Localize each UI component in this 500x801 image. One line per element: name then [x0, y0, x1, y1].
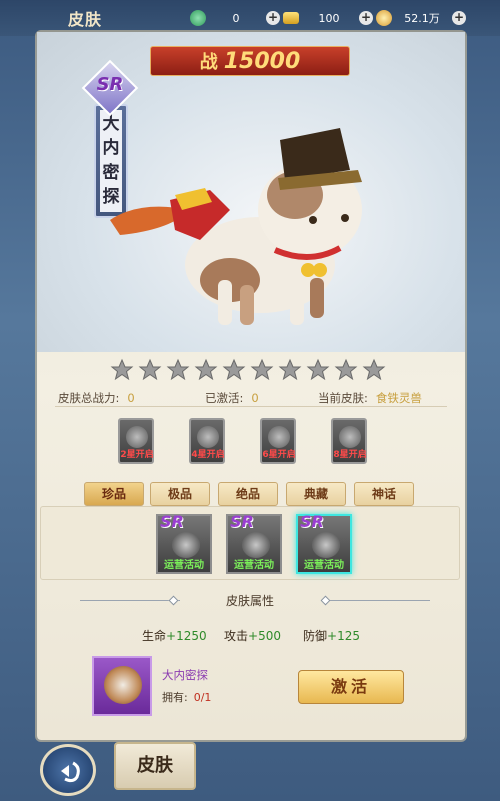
tab-rare[interactable]: 珍品 [84, 482, 144, 506]
total-power-info: 皮肤总战力: 0 [58, 390, 135, 406]
rarity-label: SR [230, 512, 254, 531]
owned-label: 拥有: [162, 691, 188, 704]
back-button[interactable] [40, 744, 96, 796]
add-gold-button[interactable]: + [359, 11, 373, 25]
add-coin-button[interactable]: + [452, 11, 466, 25]
attr-value: +500 [248, 629, 281, 643]
gold-value: 100 [318, 11, 340, 25]
coin-icon [376, 10, 392, 26]
page-title: 皮肤 [68, 10, 103, 29]
current-skin-label: 当前皮肤: [318, 391, 368, 405]
cat-pet-model [110, 128, 362, 325]
skin-thumbnail [312, 532, 340, 558]
power-value: 15000 [223, 48, 301, 74]
star-slot-4[interactable]: 4星开启 [189, 418, 225, 464]
tab-mythic[interactable]: 神话 [354, 482, 414, 506]
star-slot-label: 8星开启 [333, 450, 367, 460]
attr-divider-right [330, 600, 430, 601]
current-skin-info: 当前皮肤: 食铁灵兽 [318, 390, 422, 406]
star-icon [278, 358, 302, 381]
star-slot-label: 4星开启 [191, 450, 225, 460]
attr-value: +1250 [166, 629, 207, 643]
skin-thumbnail [242, 532, 270, 558]
divider [55, 406, 447, 407]
back-arrow-icon [61, 761, 80, 783]
star-rating [110, 358, 386, 382]
tab-peerless[interactable]: 绝品 [218, 482, 278, 506]
locked-skill-icon [126, 426, 148, 448]
add-jade-button[interactable]: + [266, 11, 280, 25]
coin-value: 52.1万 [404, 12, 440, 25]
attr-label: 生命 [142, 629, 167, 643]
tab-collection[interactable]: 典藏 [286, 482, 346, 506]
tab-superior[interactable]: 极品 [150, 482, 210, 506]
star-icon [194, 358, 218, 381]
star-icon [250, 358, 274, 381]
star-icon [362, 358, 386, 381]
gold-currency: 100 + [283, 9, 373, 27]
star-slot-6[interactable]: 6星开启 [260, 418, 296, 464]
coin-currency: 52.1万 + [376, 9, 466, 27]
locked-skill-icon [197, 426, 219, 448]
star-icon [334, 358, 358, 381]
attr-label: 防御 [303, 629, 328, 643]
star-icon [166, 358, 190, 381]
skin-card[interactable]: SR 运营活动 [226, 512, 282, 574]
total-power-label: 皮肤总战力: [58, 391, 120, 405]
attr-defense: 防御+125 [303, 627, 360, 644]
rarity-label: SR [300, 512, 324, 531]
rarity-label: SR [160, 512, 184, 531]
star-icon [138, 358, 162, 381]
activated-info: 已激活: 0 [205, 390, 259, 406]
jade-icon [190, 10, 206, 26]
attr-value: +125 [327, 629, 360, 643]
cat-portrait [104, 666, 142, 704]
locked-skill-icon [339, 426, 361, 448]
skin-thumbnail [172, 532, 200, 558]
skin-item-icon [92, 656, 152, 716]
star-icon [110, 358, 134, 381]
jade-value: 0 [232, 11, 240, 25]
star-slot-8[interactable]: 8星开启 [331, 418, 367, 464]
star-slot-2[interactable]: 2星开启 [118, 418, 154, 464]
jade-currency: 0 + [190, 9, 280, 27]
activate-button[interactable]: 激活 [298, 670, 404, 704]
star-slot-label: 2星开启 [120, 450, 154, 460]
rarity-label: SR [96, 74, 124, 95]
skin-card[interactable]: SR 运营活动 [156, 512, 212, 574]
star-icon [306, 358, 330, 381]
total-power-value: 0 [127, 391, 135, 405]
power-banner: 战 15000 [150, 46, 350, 76]
attr-attack: 攻击+500 [224, 627, 281, 644]
tab-skin[interactable]: 皮肤 [114, 742, 196, 790]
activated-value: 0 [251, 391, 259, 405]
star-icon [222, 358, 246, 381]
star-slot-label: 6星开启 [262, 450, 296, 460]
skin-source-label: 运营活动 [304, 560, 344, 571]
current-skin-value: 食铁灵兽 [375, 391, 422, 405]
attr-label: 攻击 [224, 629, 249, 643]
skin-card-selected[interactable]: SR 运营活动 [296, 512, 352, 574]
attr-hp: 生命+1250 [142, 627, 207, 644]
gold-ingot-icon [283, 12, 299, 24]
activated-label: 已激活: [205, 391, 244, 405]
locked-skill-icon [268, 426, 290, 448]
skin-item-owned: 拥有: 0/1 [162, 689, 211, 705]
skin-item-name: 大内密探 [162, 668, 208, 682]
skin-source-label: 运营活动 [164, 560, 204, 571]
skin-source-label: 运营活动 [234, 560, 274, 571]
power-label: 战 [199, 52, 218, 73]
owned-count: 0/1 [193, 691, 212, 704]
